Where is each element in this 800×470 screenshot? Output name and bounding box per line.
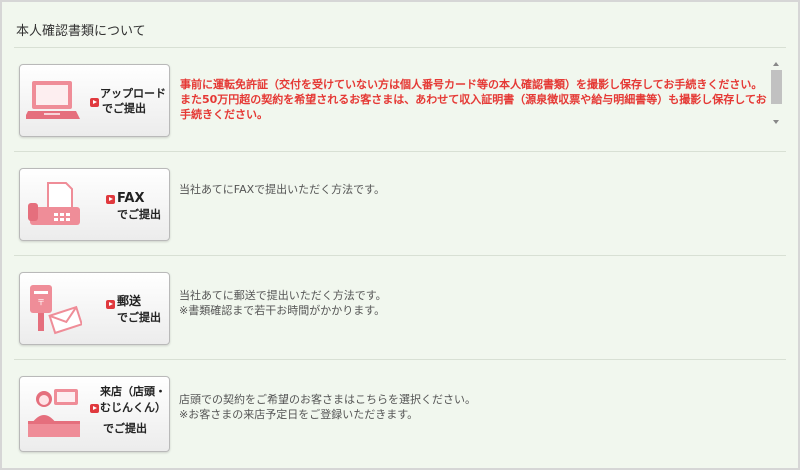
option-row-store: 来店（店頭・ むじんくん） でご提出 店頭での契約をご希望のお客さまはこちらを選… — [14, 360, 786, 464]
option-description: 店頭での契約をご希望のお客さまはこちらを選択ください。 ※お客さまの来店予定日を… — [179, 393, 476, 421]
postbox-envelope-icon: 〒 — [30, 285, 82, 335]
option-description: 当社あてに郵送で提出いただく方法です。 ※書類確認まで若干お時間がかかります。 — [179, 289, 387, 317]
scroll-thumb[interactable] — [771, 70, 782, 104]
scroll-up-icon[interactable] — [773, 62, 779, 66]
button-label: むじんくん） — [100, 401, 166, 414]
document-section-panel: 本人確認書類について アップロード でご提出 事前に運転免許証（交付を受けていな… — [0, 0, 800, 470]
option-row-mail: 〒 郵送 でご提出 当社あてに郵送で提出いただく方法です。 ※書類確認まで若干お… — [14, 256, 786, 360]
mail-submit-button[interactable]: 〒 郵送 でご提出 — [19, 272, 170, 345]
button-label: でご提出 — [117, 311, 161, 324]
arrow-right-icon — [106, 195, 115, 204]
svg-text:〒: 〒 — [37, 298, 45, 307]
scroll-down-icon[interactable] — [773, 120, 779, 124]
button-label: 郵送 — [117, 294, 142, 308]
option-description: 当社あてにFAXで提出いただく方法です。 — [179, 183, 386, 196]
button-label: アップロード — [100, 87, 166, 100]
option-row-fax: FAX でご提出 当社あてにFAXで提出いただく方法です。 — [14, 152, 786, 256]
button-label: でご提出 — [102, 102, 146, 115]
laptop-icon — [26, 81, 80, 119]
store-staff-icon — [28, 389, 80, 437]
button-label: でご提出 — [103, 422, 147, 435]
button-label: 来店（店頭・ — [100, 385, 166, 398]
store-submit-button[interactable]: 来店（店頭・ むじんくん） でご提出 — [19, 376, 170, 452]
button-label: でご提出 — [117, 208, 161, 221]
arrow-right-icon — [106, 300, 115, 309]
arrow-right-icon — [90, 404, 99, 413]
section-title: 本人確認書類について — [16, 24, 146, 39]
button-label: FAX — [117, 191, 145, 206]
fax-machine-icon — [28, 182, 80, 225]
arrow-right-icon — [90, 98, 99, 107]
option-description: 事前に運転免許証（交付を受けていない方は個人番号カード等の本人確認書類）を撮影し… — [180, 78, 767, 121]
scrollbar[interactable] — [771, 60, 782, 126]
upload-submit-button[interactable]: アップロード でご提出 — [19, 64, 170, 137]
option-row-upload: アップロード でご提出 事前に運転免許証（交付を受けていない方は個人番号カード等… — [14, 48, 786, 152]
fax-submit-button[interactable]: FAX でご提出 — [19, 168, 170, 241]
